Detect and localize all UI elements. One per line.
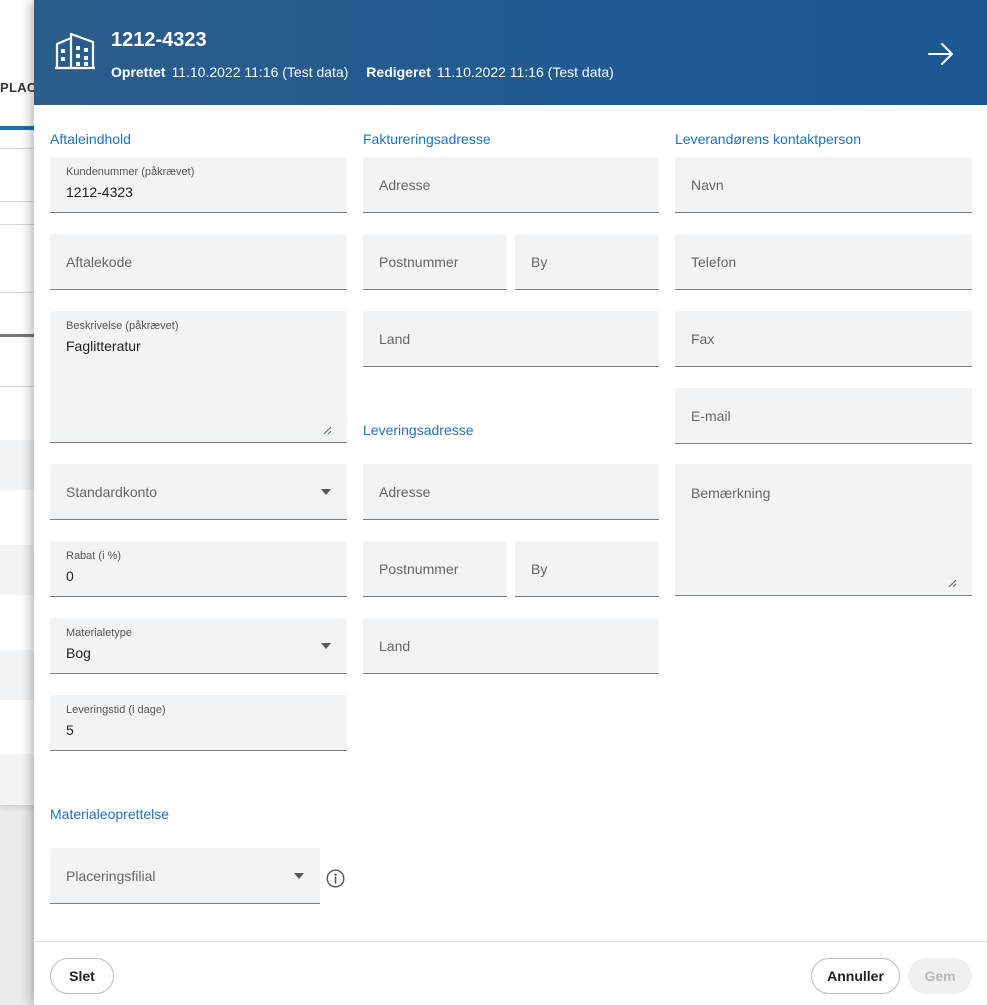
contact-phone-placeholder: Telefon	[691, 253, 737, 270]
section-title-material: Materialeoprettelse	[50, 806, 170, 822]
description-value: Faglitteratur	[66, 338, 141, 354]
discount-field[interactable]: Rabat (i %) 0	[50, 541, 347, 597]
created-label: Oprettet	[111, 64, 166, 80]
cancel-button[interactable]: Annuller	[811, 958, 900, 994]
panel-header: 1212-4323 Oprettet 11.10.2022 11:16 (Test…	[34, 0, 987, 105]
delivery-country-placeholder: Land	[379, 637, 411, 654]
panel-footer: Slet Annuller Gem	[34, 941, 987, 1005]
agreement-detail-panel: 1212-4323 Oprettet 11.10.2022 11:16 (Test…	[34, 0, 987, 1005]
description-textarea[interactable]: Beskrivelse (påkrævet) Faglitteratur	[50, 311, 347, 443]
save-button[interactable]: Gem	[908, 958, 972, 994]
section-title-delivery: Leveringsadresse	[363, 422, 474, 438]
chevron-down-icon	[321, 642, 331, 649]
billing-address-placeholder: Adresse	[379, 176, 431, 193]
contact-phone-field[interactable]: Telefon	[675, 234, 972, 290]
delivery-postal-placeholder: Postnummer	[379, 560, 459, 577]
billing-country-placeholder: Land	[379, 330, 411, 347]
billing-city-field[interactable]: By	[515, 234, 659, 290]
description-label: Beskrivelse (påkrævet)	[66, 320, 179, 332]
contact-remark-textarea[interactable]: Bemærkning	[675, 464, 972, 596]
contact-name-placeholder: Navn	[691, 176, 724, 193]
placement-branch-select[interactable]: Placeringsfilial	[50, 848, 320, 904]
delivery-country-field[interactable]: Land	[363, 618, 659, 674]
billing-country-field[interactable]: Land	[363, 311, 659, 367]
delivery-time-field[interactable]: Leveringstid (i dage) 5	[50, 695, 347, 751]
material-type-label: Materialetype	[66, 627, 133, 639]
billing-postal-field[interactable]: Postnummer	[363, 234, 507, 290]
contact-fax-field[interactable]: Fax	[675, 311, 972, 367]
contact-fax-placeholder: Fax	[691, 330, 715, 347]
info-icon[interactable]	[326, 869, 345, 888]
delivery-city-field[interactable]: By	[515, 541, 659, 597]
contact-name-field[interactable]: Navn	[675, 157, 972, 213]
customer-number-field[interactable]: Kundenummer (påkrævet) 1212-4323	[50, 157, 347, 213]
discount-label: Rabat (i %)	[66, 550, 122, 562]
edited-label: Redigeret	[366, 64, 431, 80]
delivery-postal-field[interactable]: Postnummer	[363, 541, 507, 597]
delivery-time-label: Leveringstid (i dage)	[66, 704, 166, 716]
record-meta: Oprettet 11.10.2022 11:16 (Test data) Red…	[111, 64, 614, 80]
customer-number-value: 1212-4323	[66, 184, 133, 200]
billing-postal-placeholder: Postnummer	[379, 253, 459, 270]
agreement-code-placeholder: Aftalekode	[66, 253, 133, 270]
delivery-address-field[interactable]: Adresse	[363, 464, 659, 520]
section-title-billing: Faktureringsadresse	[363, 131, 491, 147]
created-value: 11.10.2022 11:16 (Test data)	[171, 64, 349, 80]
discount-value: 0	[66, 568, 74, 584]
resize-grip-icon[interactable]	[323, 426, 331, 434]
default-account-select[interactable]: Standardkonto	[50, 464, 347, 520]
chevron-down-icon	[294, 872, 304, 879]
customer-number-label: Kundenummer (påkrævet)	[66, 166, 195, 178]
delivery-address-placeholder: Adresse	[379, 483, 431, 500]
delivery-time-value: 5	[66, 722, 74, 738]
edited-value: 11.10.2022 11:16 (Test data)	[436, 64, 614, 80]
default-account-placeholder: Standardkonto	[66, 483, 158, 500]
resize-grip-icon[interactable]	[948, 579, 956, 587]
billing-address-field[interactable]: Adresse	[363, 157, 659, 213]
delivery-city-placeholder: By	[531, 560, 548, 577]
chevron-down-icon	[321, 488, 331, 495]
page-title: 1212-4323	[111, 29, 207, 51]
agreement-code-field[interactable]: Aftalekode	[50, 234, 347, 290]
billing-city-placeholder: By	[531, 253, 548, 270]
delete-button[interactable]: Slet	[50, 958, 114, 994]
contact-email-placeholder: E-mail	[691, 407, 731, 424]
contact-email-field[interactable]: E-mail	[675, 388, 972, 444]
material-type-value: Bog	[66, 645, 91, 661]
material-type-select[interactable]: Materialetype Bog	[50, 618, 347, 674]
building-icon	[55, 32, 95, 70]
section-title-contact: Leverandørens kontaktperson	[675, 131, 861, 147]
placement-branch-placeholder: Placeringsfilial	[66, 867, 156, 884]
arrow-right-icon[interactable]	[927, 40, 955, 68]
contact-remark-placeholder: Bemærkning	[691, 485, 771, 501]
section-title-agreement: Aftaleindhold	[50, 131, 131, 147]
